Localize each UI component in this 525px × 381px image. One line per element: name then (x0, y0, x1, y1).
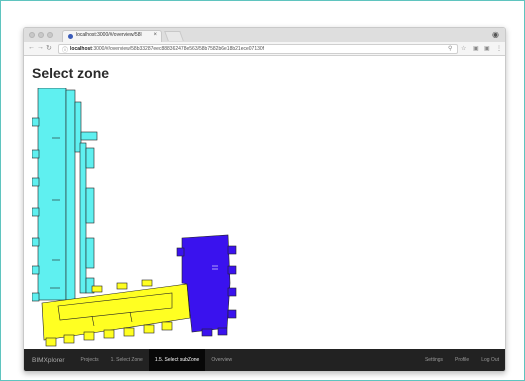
extension-icon[interactable]: ▣ (473, 45, 479, 52)
nav-select-zone[interactable]: 1. Select Zone (105, 349, 149, 371)
new-tab-button[interactable] (164, 31, 184, 41)
menu-icon[interactable]: ⋮ (496, 45, 502, 52)
nav-profile[interactable]: Profile (449, 349, 475, 371)
star-icon[interactable]: ☆ (461, 45, 466, 52)
page-title: Select zone (32, 65, 110, 81)
close-tab-icon[interactable]: × (153, 32, 157, 38)
zone-cyan[interactable] (32, 88, 98, 302)
favicon-icon (68, 34, 73, 39)
browser-tab[interactable]: localhost:3000/#/overview/58l × (62, 30, 162, 42)
url-text: localhost:3000/#/overview/58b33287eec888… (70, 46, 264, 52)
back-icon[interactable]: ← (28, 44, 35, 51)
minimize-window-dot[interactable] (38, 32, 44, 38)
address-bar-row: ← → ↻ ⓘ localhost:3000/#/overview/58b332… (24, 42, 505, 56)
extension-icon-2[interactable]: ▣ (484, 45, 490, 52)
key-icon[interactable]: ⚲ (448, 45, 452, 52)
info-icon[interactable]: ⓘ (62, 45, 68, 54)
outer-frame: localhost:3000/#/overview/58l × ◉ ← → ↻ … (0, 0, 525, 381)
browser-window: localhost:3000/#/overview/58l × ◉ ← → ↻ … (23, 27, 506, 372)
reload-icon[interactable]: ↻ (46, 44, 52, 52)
profile-icon[interactable]: ◉ (492, 30, 499, 39)
bottom-navbar: BIMXplorer Projects 1. Select Zone 1.5. … (24, 349, 505, 371)
url-host: localhost (70, 46, 92, 52)
window-controls (29, 32, 53, 38)
close-window-dot[interactable] (29, 32, 35, 38)
brand-link[interactable]: BIMXplorer (32, 357, 65, 364)
zone-floorplan (32, 88, 237, 347)
maximize-window-dot[interactable] (47, 32, 53, 38)
nav-settings[interactable]: Settings (419, 349, 449, 371)
tab-title: localhost:3000/#/overview/58l (76, 32, 142, 38)
url-path: :3000/#/overview/58b33287eec888362478e56… (91, 46, 265, 52)
forward-icon[interactable]: → (37, 44, 44, 51)
nav-projects[interactable]: Projects (75, 349, 105, 371)
nav-logout[interactable]: Log Out (475, 349, 505, 371)
nav-overview[interactable]: Overview (205, 349, 238, 371)
url-field[interactable]: ⓘ localhost:3000/#/overview/58b33287eec8… (58, 44, 458, 54)
nav-select-subzone[interactable]: 1.5. Select subZone (148, 349, 206, 371)
tab-strip: localhost:3000/#/overview/58l × ◉ (24, 28, 505, 42)
